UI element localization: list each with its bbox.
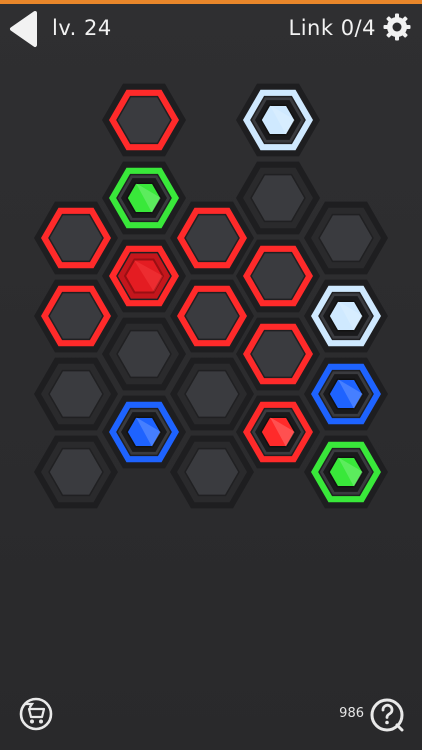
coin-count: 986 <box>339 706 364 721</box>
hint-icon[interactable] <box>368 696 406 734</box>
hex-board[interactable] <box>0 0 422 750</box>
cart-icon[interactable] <box>18 696 54 732</box>
